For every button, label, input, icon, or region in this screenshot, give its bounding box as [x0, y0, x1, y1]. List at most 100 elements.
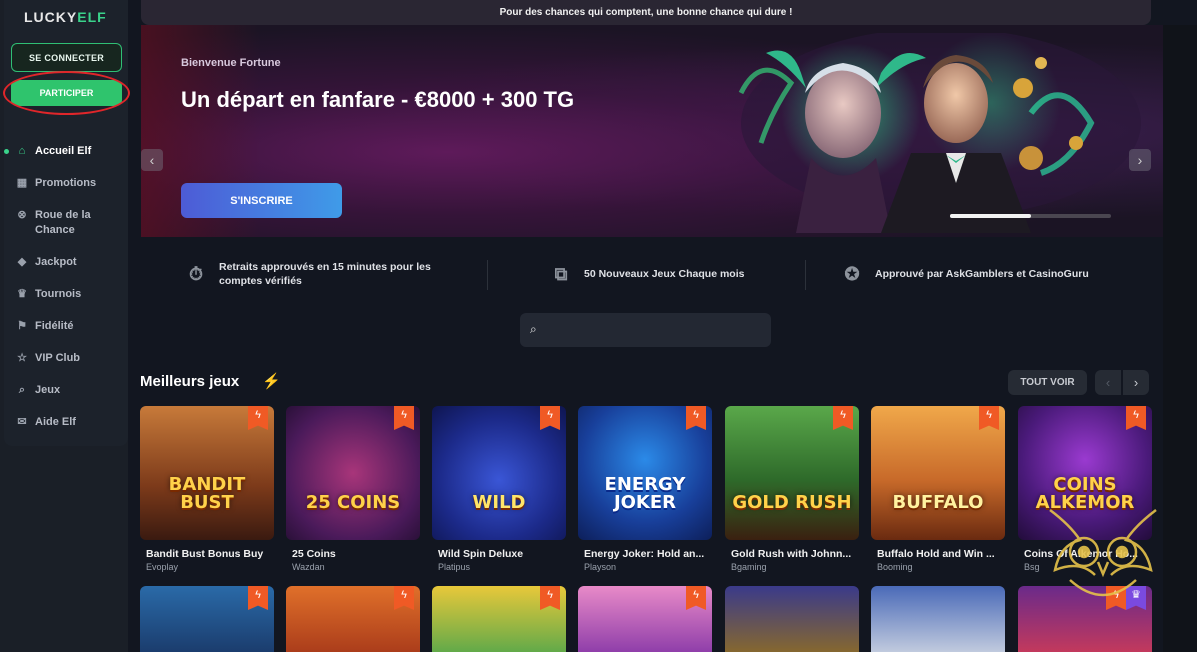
game-thumbnail[interactable]: BANDIT BUST ϟ: [140, 406, 274, 540]
sidebar-item-fidelite[interactable]: ⚑ Fidélité: [0, 315, 128, 347]
sidebar-item-label: Jeux: [35, 384, 61, 396]
chevron-right-icon: ›: [1133, 375, 1139, 390]
sidebar-item-roue[interactable]: ⊗ Roue de la Chance: [0, 204, 128, 251]
game-card[interactable]: WILD ϟ Wild Spin Deluxe Platipus: [432, 406, 566, 572]
search-icon: ⌕: [530, 322, 537, 336]
game-thumbnail[interactable]: WILD ϟ: [432, 406, 566, 540]
right-edge-strip: [1163, 25, 1197, 652]
game-card[interactable]: BANDIT BUST ϟ Bandit Bust Bonus Buy Evop…: [140, 406, 274, 572]
search-input[interactable]: ⌕: [520, 313, 771, 347]
game-provider: Platipus: [438, 562, 471, 572]
game-card[interactable]: GOLD RUSH ϟ Gold Rush with Johnn... Bgam…: [725, 406, 859, 572]
bolt-icon: ⚡: [262, 373, 281, 390]
game-card[interactable]: [871, 586, 1005, 652]
feature-withdrawals: ⏱ Retraits approuvés en 15 minutes pour …: [183, 256, 473, 292]
game-thumbnail[interactable]: [871, 586, 1005, 652]
signup-button[interactable]: S'INSCRIRE: [181, 183, 342, 218]
sidebar-item-tournois[interactable]: ♛ Tournois: [0, 283, 128, 315]
game-card[interactable]: 25 COINS ϟ 25 Coins Wazdan: [286, 406, 420, 572]
game-thumbnail[interactable]: ϟ: [140, 586, 274, 652]
hero-subtitle: Bienvenue Fortune: [181, 57, 281, 69]
chat-icon: ✉: [17, 416, 27, 428]
hot-badge-icon: ϟ: [248, 586, 268, 610]
diamond-icon: ◆: [17, 256, 27, 268]
sidebar-item-vip[interactable]: ☆ VIP Club: [0, 347, 128, 379]
game-name[interactable]: Bandit Bust Bonus Buy: [140, 548, 274, 560]
stopwatch-icon: ⏱: [188, 264, 204, 284]
sidebar-item-label: Jackpot: [35, 256, 77, 268]
hero-characters-illustration: [738, 33, 1141, 233]
logo-lucky: LUCKY: [24, 9, 78, 25]
game-thumbnail[interactable]: [725, 586, 859, 652]
game-card[interactable]: ϟ: [432, 586, 566, 652]
active-indicator: [4, 149, 9, 154]
gift-icon: ▦: [16, 177, 28, 189]
sidebar-item-label: Promotions: [35, 177, 97, 189]
owl-watermark: [1049, 509, 1157, 597]
sidebar-item-jeux[interactable]: ⌕ Jeux: [0, 379, 128, 411]
hero-title: Un départ en fanfare - €8000 + 300 TG: [181, 87, 575, 112]
feature-text: 50 Nouveaux Jeux Chaque mois: [584, 268, 745, 280]
game-card[interactable]: ϟ: [140, 586, 274, 652]
game-name[interactable]: Energy Joker: Hold an...: [578, 548, 712, 560]
chevron-left-icon: ‹: [1105, 375, 1111, 390]
game-card[interactable]: [725, 586, 859, 652]
sidebar-item-label: Tournois: [35, 288, 82, 300]
game-card[interactable]: ϟ: [578, 586, 712, 652]
hot-badge-icon: ϟ: [686, 406, 706, 430]
sidebar: LUCKYELF SE CONNECTER PARTICIPER ⌂ Accue…: [0, 0, 130, 652]
sidebar-item-promotions[interactable]: ▦ Promotions: [0, 172, 128, 204]
game-name[interactable]: 25 Coins: [286, 548, 420, 560]
game-art-title: BANDIT BUST: [168, 474, 246, 513]
game-art-title: BUFFALO: [892, 492, 984, 513]
star-icon: ☆: [17, 352, 27, 364]
trophy-icon: ♛: [17, 288, 27, 300]
hot-badge-icon: ϟ: [394, 586, 414, 610]
highlight-circle-annotation: [3, 71, 130, 115]
game-thumbnail[interactable]: GOLD RUSH ϟ: [725, 406, 859, 540]
game-provider: Booming: [877, 562, 913, 572]
game-provider: Playson: [584, 562, 617, 572]
game-art-title: GOLD RUSH: [732, 492, 852, 513]
game-thumbnail[interactable]: ϟ: [286, 586, 420, 652]
logo-elf: ELF: [77, 9, 107, 25]
chevron-right-icon: ›: [1137, 152, 1143, 168]
hero-slide-progress: [950, 214, 1111, 218]
game-thumbnail[interactable]: ϟ: [578, 586, 712, 652]
hot-badge-icon: ϟ: [1126, 406, 1146, 430]
sidebar-item-aide[interactable]: ✉ Aide Elf: [0, 411, 128, 443]
sidebar-item-label: VIP Club: [35, 352, 81, 364]
game-card[interactable]: ENERGY JOKER ϟ Energy Joker: Hold an... …: [578, 406, 712, 572]
prev-page-button[interactable]: ‹: [1095, 370, 1121, 395]
sidebar-nav: ⌂ Accueil Elf ▦ Promotions ⊗ Roue de la …: [0, 140, 128, 443]
game-card[interactable]: BUFFALO ϟ Buffalo Hold and Win ... Boomi…: [871, 406, 1005, 572]
sidebar-item-label: Accueil Elf: [35, 145, 92, 157]
game-name[interactable]: Gold Rush with Johnn...: [725, 548, 859, 560]
game-thumbnail[interactable]: ϟ: [432, 586, 566, 652]
feature-approved: ✪ Approuvé par AskGamblers et CasinoGuru: [839, 256, 1139, 292]
see-all-button[interactable]: TOUT VOIR: [1008, 370, 1087, 395]
hot-badge-icon: ϟ: [394, 406, 414, 430]
game-card[interactable]: ϟ: [286, 586, 420, 652]
feature-text: Approuvé par AskGamblers et CasinoGuru: [875, 268, 1089, 280]
next-page-button[interactable]: ›: [1123, 370, 1149, 395]
sidebar-item-jackpot[interactable]: ◆ Jackpot: [0, 251, 128, 283]
hot-badge-icon: ϟ: [686, 586, 706, 610]
hero-prev-button[interactable]: ‹: [141, 149, 163, 171]
wheel-icon: ⊗: [17, 209, 27, 221]
game-name[interactable]: Wild Spin Deluxe: [432, 548, 566, 560]
feature-new-games: ⧉ 50 Nouveaux Jeux Chaque mois: [548, 256, 788, 292]
casino-page: LUCKYELF SE CONNECTER PARTICIPER ⌂ Accue…: [0, 0, 1197, 652]
logo[interactable]: LUCKYELF: [24, 9, 107, 25]
hero-next-button[interactable]: ›: [1129, 149, 1151, 171]
login-button[interactable]: SE CONNECTER: [11, 43, 122, 72]
divider: [805, 260, 806, 290]
game-thumbnail[interactable]: ENERGY JOKER ϟ: [578, 406, 712, 540]
hot-badge-icon: ϟ: [979, 406, 999, 430]
promo-banner: Pour des chances qui comptent, une bonne…: [141, 0, 1151, 25]
game-thumbnail[interactable]: BUFFALO ϟ: [871, 406, 1005, 540]
sidebar-item-accueil[interactable]: ⌂ Accueil Elf: [0, 140, 128, 172]
hot-badge-icon: ϟ: [248, 406, 268, 430]
game-name[interactable]: Buffalo Hold and Win ...: [871, 548, 1005, 560]
game-thumbnail[interactable]: 25 COINS ϟ: [286, 406, 420, 540]
